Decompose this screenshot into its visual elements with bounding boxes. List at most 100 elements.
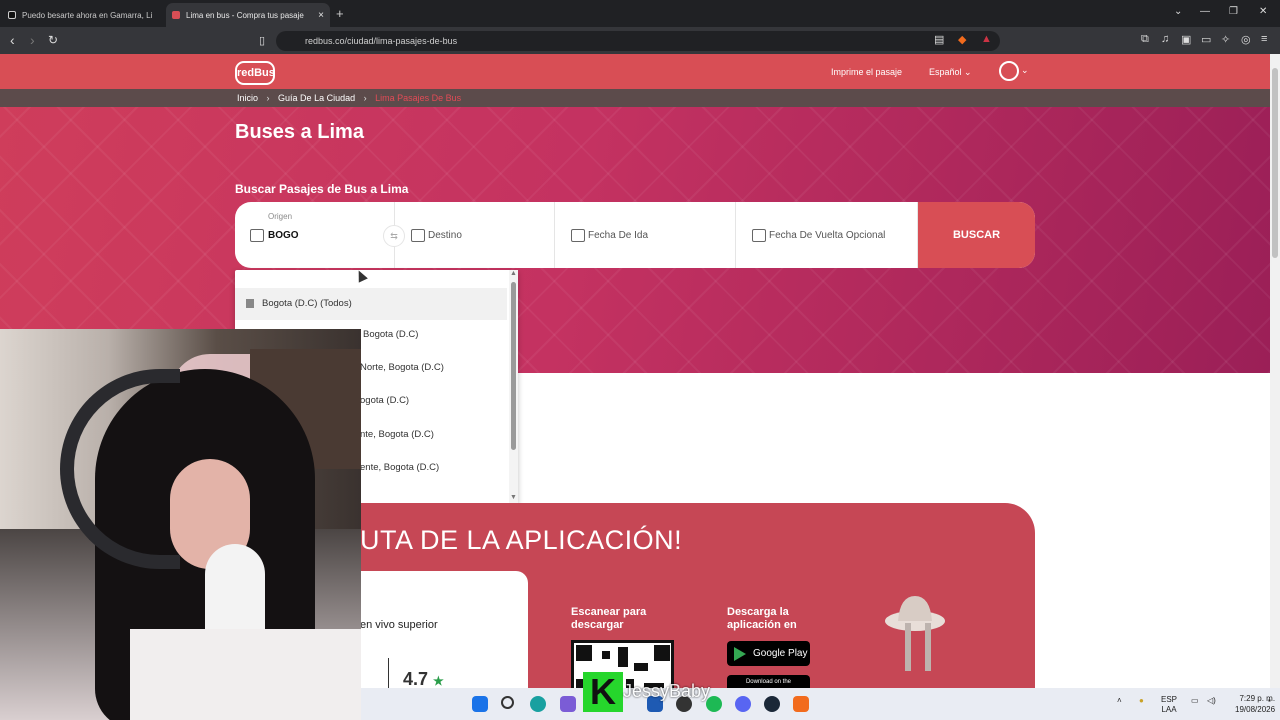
swap-icon[interactable]: ⇆ — [383, 225, 405, 247]
edge-icon[interactable] — [530, 696, 546, 712]
reader-mode-icon[interactable]: ▤ — [934, 33, 944, 46]
redbus-logo[interactable]: redBus — [235, 61, 275, 85]
suggestion-label: nte, Bogota (D.C) — [360, 429, 434, 440]
chevron-up-icon[interactable]: ˄ — [1117, 696, 1122, 705]
rating-label: en vivo superior — [360, 619, 438, 631]
close-window-button[interactable]: ✕ — [1259, 6, 1267, 17]
chevron-right-icon: › — [363, 93, 367, 103]
suggestions-scrollbar[interactable]: ▲ ▼ — [509, 270, 518, 504]
windows-taskbar: ˄ ● ESP LAA ▭ ◁) 7:29 p. m. 19/08/2026 ▪ — [361, 688, 1280, 720]
city-icon — [246, 298, 254, 308]
vpn-icon[interactable]: ◎ — [1241, 33, 1251, 46]
scroll-up-icon[interactable]: ▲ — [510, 270, 517, 277]
photos-icon[interactable] — [560, 696, 576, 712]
redbus-tab-icon — [172, 11, 180, 19]
language-label: Español — [929, 67, 962, 77]
suggestion-label: ogota (D.C) — [360, 395, 410, 406]
sidebar-icon[interactable]: ▣ — [1181, 33, 1191, 46]
language-code: ESP — [1161, 695, 1178, 704]
tab-label: Lima en bus - Compra tus pasajes — [186, 10, 304, 20]
print-ticket-link[interactable]: Imprime el pasaje — [831, 67, 902, 77]
steam-icon[interactable] — [764, 696, 780, 712]
chevron-down-icon: ⌄ — [964, 67, 972, 77]
page-scrollbar-thumb[interactable] — [1272, 68, 1278, 258]
volume-icon[interactable]: ◁) — [1207, 696, 1216, 705]
origin-field[interactable]: Origen BOGO — [235, 202, 395, 268]
destination-input[interactable]: Destino — [428, 230, 462, 241]
microphone-tray-icon[interactable]: ● — [1139, 696, 1144, 705]
breadcrumb-city-guide[interactable]: Guía De La Ciudad — [278, 93, 355, 103]
chevron-down-icon[interactable]: ⌄ — [1021, 65, 1029, 76]
tab-inactive[interactable]: Puedo besarte ahora en Gamarra, Lin — [8, 3, 160, 27]
return-date-field[interactable]: Fecha De Vuelta Opcional — [736, 202, 918, 268]
star-icon: ★ — [433, 674, 444, 688]
bus-icon — [411, 229, 425, 242]
bookmark-icon[interactable]: ▯ — [259, 34, 265, 47]
rewards-icon[interactable]: ▲ — [981, 33, 992, 45]
download-label: Descarga la aplicación en — [727, 606, 797, 631]
close-tab-button[interactable]: × — [318, 10, 324, 21]
minimize-button[interactable]: — — [1200, 6, 1210, 17]
departure-date-field[interactable]: Fecha De Ida — [555, 202, 736, 268]
scroll-down-icon[interactable]: ▼ — [510, 494, 517, 501]
new-tab-button[interactable]: + — [336, 6, 344, 21]
language-selector[interactable]: Español ⌄ — [929, 67, 972, 78]
menu-icon[interactable]: ≡ — [1261, 33, 1267, 45]
address-bar-row: ‹ › ↻ ▯ redbus.co/ciudad/lima-pasajes-de… — [0, 27, 1280, 54]
app-promo-section: UTA DE LA APLICACIÓN! en vivo superior 4… — [360, 503, 1035, 701]
traveler-illustration — [885, 596, 945, 671]
webcam-shirt — [130, 629, 361, 720]
google-play-icon — [734, 647, 746, 661]
suggestion-label: ente, Bogota (D.C) — [360, 462, 440, 473]
url-field[interactable]: redbus.co/ciudad/lima-pasajes-de-bus — [276, 31, 1000, 51]
page-title: Buses a Lima — [235, 121, 364, 143]
calendar-icon — [571, 229, 585, 242]
return-date-input[interactable]: Fecha De Vuelta Opcional — [769, 230, 885, 241]
restore-button[interactable]: ❐ — [1229, 6, 1238, 17]
rating-value: 4.7 ★ — [403, 669, 444, 690]
search-form: Origen BOGO ⇆ Destino Fecha De Ida Fecha… — [235, 202, 1035, 268]
destination-field[interactable]: Destino — [395, 202, 555, 268]
kick-logo: K — [583, 672, 623, 712]
rating-card: en vivo superior 4.7 ★ — [360, 571, 528, 701]
reload-icon[interactable]: ↻ — [48, 33, 58, 47]
tab-search-button[interactable]: ⌄ — [1174, 6, 1182, 17]
tiktok-icon — [8, 11, 16, 19]
google-play-button[interactable]: Google Play — [727, 641, 810, 666]
start-icon[interactable] — [472, 696, 488, 712]
page-scrollbar[interactable] — [1270, 54, 1280, 688]
brave-shield-icon[interactable]: ◆ — [958, 33, 966, 46]
origin-label: Origen — [268, 212, 293, 221]
back-icon[interactable]: ‹ — [10, 32, 15, 48]
brave-icon[interactable] — [793, 696, 809, 712]
suggestion-label: Bogota (D.C) — [363, 329, 419, 340]
leo-ai-icon[interactable]: ✧ — [1221, 33, 1230, 46]
rating-number: 4.7 — [403, 669, 429, 689]
extensions-icon[interactable]: ⧉ — [1141, 33, 1149, 46]
promo-title: UTA DE LA APLICACIÓN! — [360, 525, 683, 555]
forward-icon[interactable]: › — [30, 32, 35, 48]
wallet-icon[interactable]: ▭ — [1201, 33, 1211, 46]
discord-icon[interactable] — [735, 696, 751, 712]
suggestion-label: Bogota (D.C) (Todos) — [262, 298, 352, 309]
departure-date-input[interactable]: Fecha De Ida — [588, 230, 648, 241]
search-button[interactable]: BUSCAR — [918, 202, 1035, 268]
media-icon[interactable]: ♫ — [1161, 33, 1169, 45]
tab-active[interactable]: Lima en bus - Compra tus pasajes × — [166, 3, 330, 27]
search-heading: Buscar Pasajes de Bus a Lima — [235, 182, 409, 196]
chevron-right-icon: › — [266, 93, 270, 103]
origin-input[interactable]: BOGO — [268, 230, 299, 241]
network-icon[interactable]: ▭ — [1191, 696, 1199, 705]
user-account-icon[interactable] — [999, 61, 1019, 81]
bus-icon — [250, 229, 264, 242]
notification-icon[interactable]: ▪ — [1268, 696, 1271, 705]
search-icon[interactable] — [501, 696, 514, 709]
scrollbar-thumb[interactable] — [511, 282, 516, 450]
date: 19/08/2026 — [1235, 705, 1276, 714]
language-indicator[interactable]: ESP LAA — [1161, 695, 1177, 715]
scan-label: Escanear para descargar — [571, 606, 647, 631]
keyboard-layout: LAA — [1161, 705, 1177, 714]
breadcrumb-home[interactable]: Inicio — [237, 93, 258, 103]
google-play-label: Google Play — [753, 648, 808, 659]
suggestion-item[interactable]: Bogota (D.C) (Todos) — [235, 288, 507, 320]
